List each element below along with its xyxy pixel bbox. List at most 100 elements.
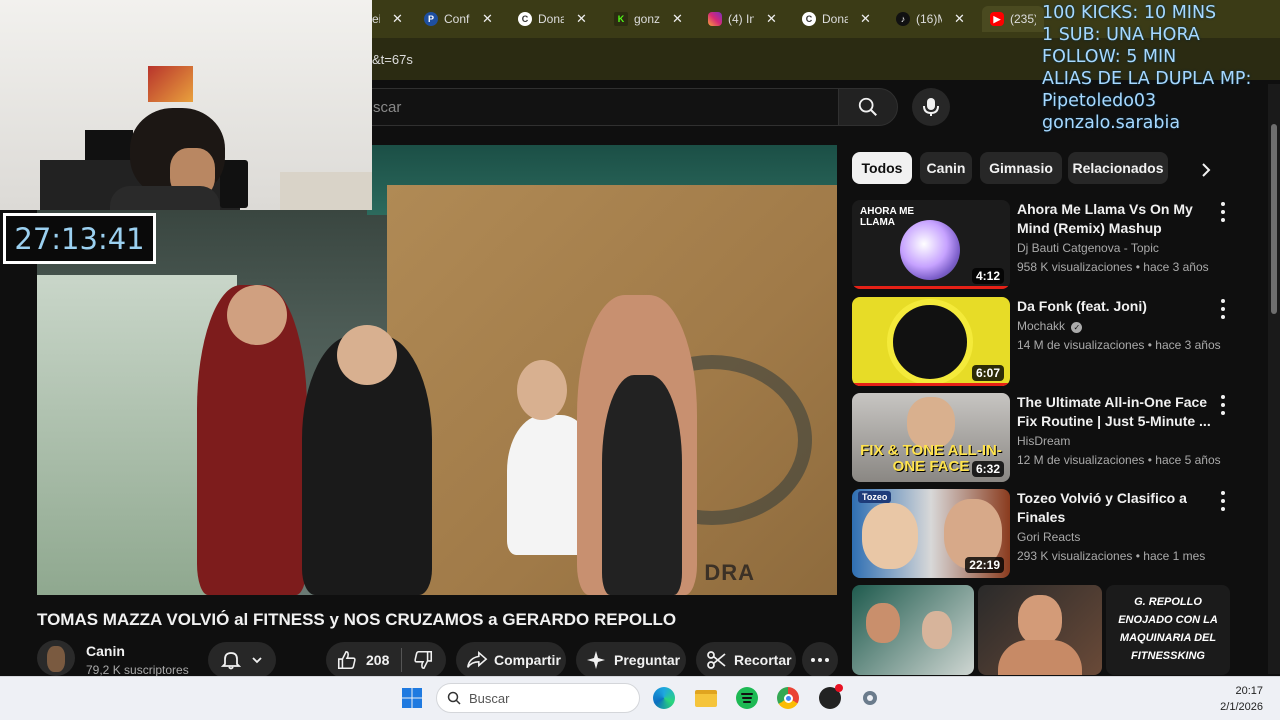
wall-painting [148,66,193,102]
kick-icon: K [614,12,628,26]
video-thumbnail[interactable]: Tozeo 22:19 [852,489,1010,578]
recommendation-item[interactable]: 6:07 Da Fonk (feat. Joni) Mochakk ✓ 14 M… [852,297,1232,387]
chip-todos[interactable]: Todos [852,152,912,184]
webcam-overlay [0,0,372,210]
overlay-line: gonzalo.sarabia [1042,113,1181,133]
short-thumbnail[interactable] [852,585,974,675]
start-button[interactable] [400,686,424,710]
more-options-icon[interactable] [1218,202,1228,222]
taskbar-search[interactable]: Buscar [436,683,640,713]
more-options-icon[interactable] [1218,299,1228,319]
recommendation-channel[interactable]: HisDream [1017,434,1070,448]
close-tab-icon[interactable]: ✕ [860,11,871,27]
close-tab-icon[interactable]: ✕ [766,11,777,27]
like-count[interactable]: 208 [366,652,389,668]
recommendation-meta: 293 K visualizaciones • hace 1 mes [1017,549,1206,563]
ask-button[interactable]: Preguntar [576,642,686,678]
microphone-icon [923,98,939,116]
short-thumbnail[interactable] [978,585,1102,675]
overlay-line: 100 KICKS: 10 MINS [1042,3,1217,23]
tiktok-icon: ♪ [896,12,910,26]
chip-gimnasio[interactable]: Gimnasio [980,152,1062,184]
share-button[interactable]: Compartir [456,642,566,678]
voice-search-button[interactable] [912,88,950,126]
monitor [85,130,133,164]
browser-tab[interactable]: ♪ (16)M ✕ [896,6,965,32]
recommendation-item[interactable]: FIX & TONE ALL-IN-ONE FACE 6:32 The Ulti… [852,393,1232,483]
obs-icon[interactable] [818,684,843,710]
chips-next-button[interactable] [1192,156,1220,184]
recommendation-item[interactable]: Tozeo 22:19 Tozeo Volvió y Clasifico a F… [852,489,1232,579]
video-thumbnail[interactable]: AHORA ME LLAMA 4:12 [852,200,1010,289]
overlay-line: FOLLOW: 5 MIN [1042,47,1177,67]
browser-tab[interactable]: K gonz ✕ [614,6,683,32]
close-tab-icon[interactable]: ✕ [576,11,587,27]
close-tab-icon[interactable]: ✕ [954,11,965,27]
video-thumbnail[interactable]: 6:07 [852,297,1010,386]
notifications-button[interactable] [208,642,276,678]
more-icon [811,658,815,662]
generic-c-icon: C [802,12,816,26]
recommendation-channel[interactable]: Mochakk ✓ [1017,319,1083,333]
recommendation-channel[interactable]: Gori Reacts [1017,530,1080,544]
generic-c-icon: C [518,12,532,26]
browser-tab[interactable]: C Dona ✕ [518,6,587,32]
page-scrollbar[interactable] [1268,84,1280,674]
recommendation-item[interactable]: AHORA ME LLAMA 4:12 Ahora Me Llama Vs On… [852,200,1232,290]
settings-icon[interactable] [858,686,882,710]
windows-taskbar [0,676,1280,720]
thumbs-up-icon[interactable] [336,649,358,671]
recommendation-title[interactable]: Tozeo Volvió y Clasifico a Finales [1017,489,1229,527]
system-clock[interactable]: 20:17 2/1/2026 [1220,683,1263,715]
edge-icon[interactable] [652,686,676,710]
video-title: TOMAS MAZZA VOLVIÓ al FITNESS y NOS CRUZ… [37,610,677,629]
browser-tab[interactable]: C Dona ✕ [802,6,871,32]
vinyl-record [887,299,973,385]
thumbs-down-icon[interactable] [412,649,434,671]
overlay-line: ALIAS DE LA DUPLA MP: [1042,69,1252,89]
channel-avatar[interactable] [37,640,75,676]
channel-name[interactable]: Canin [86,643,125,659]
more-actions-button[interactable] [802,642,838,678]
file-explorer-icon[interactable] [694,686,718,710]
recommendation-title[interactable]: Ahora Me Llama Vs On My Mind (Remix) Mas… [1017,200,1229,238]
video-thumbnail[interactable]: FIX & TONE ALL-IN-ONE FACE 6:32 [852,393,1010,482]
search-button[interactable] [838,88,898,126]
watched-progress-bar [852,383,1010,386]
windows-icon [402,688,422,708]
browser-tab-active[interactable]: ▶ (235) [982,6,1044,32]
share-icon [467,650,488,668]
browser-tab[interactable]: ei ✕ [372,6,403,32]
spotify-icon[interactable] [735,686,759,710]
short-thumbnail[interactable]: G. REPOLLO ENOJADO CON LA MAQUINARIA DEL… [1106,585,1230,675]
overlay-line: 1 SUB: UNA HORA [1042,25,1200,45]
chrome-icon[interactable] [776,686,800,710]
close-tab-icon[interactable]: ✕ [392,11,403,27]
chip-relacionados[interactable]: Relacionados [1068,152,1168,184]
instagram-icon [708,12,722,26]
browser-tab[interactable]: (4) In ✕ [708,6,777,32]
video-player[interactable]: MIA DOS DRA [37,145,837,595]
subscriber-count: 79,2 K suscriptores [86,663,189,677]
like-dislike-group: 208 [326,642,446,678]
close-tab-icon[interactable]: ✕ [482,11,493,27]
url-text[interactable]: &t=67s [372,52,413,67]
chip-canin[interactable]: Canin [920,152,972,184]
close-tab-icon[interactable]: ✕ [672,11,683,27]
stream-goals-overlay: 100 KICKS: 10 MINS 1 SUB: UNA HORA FOLLO… [1042,2,1280,134]
more-options-icon[interactable] [1218,491,1228,511]
search-input[interactable]: scar [330,88,840,126]
divider [401,648,403,672]
sparkle-icon [587,651,605,669]
browser-tab[interactable]: P Confi ✕ [424,6,493,32]
search-icon [858,97,877,116]
clip-button[interactable]: Recortar [696,642,796,678]
recommendation-title[interactable]: Da Fonk (feat. Joni) [1017,297,1229,316]
album-art-orb [900,220,960,280]
screen: ei ✕ P Confi ✕ C Dona ✕ K gonz ✕ (4) In … [0,0,1280,720]
overlay-line: Pipetoledo03 [1042,91,1157,111]
more-options-icon[interactable] [1218,395,1228,415]
recommendation-title[interactable]: The Ultimate All-in-One Face Fix Routine… [1017,393,1229,431]
recommendation-channel[interactable]: Dj Bauti Catgenova - Topic [1017,241,1159,255]
gear-icon [863,691,877,705]
